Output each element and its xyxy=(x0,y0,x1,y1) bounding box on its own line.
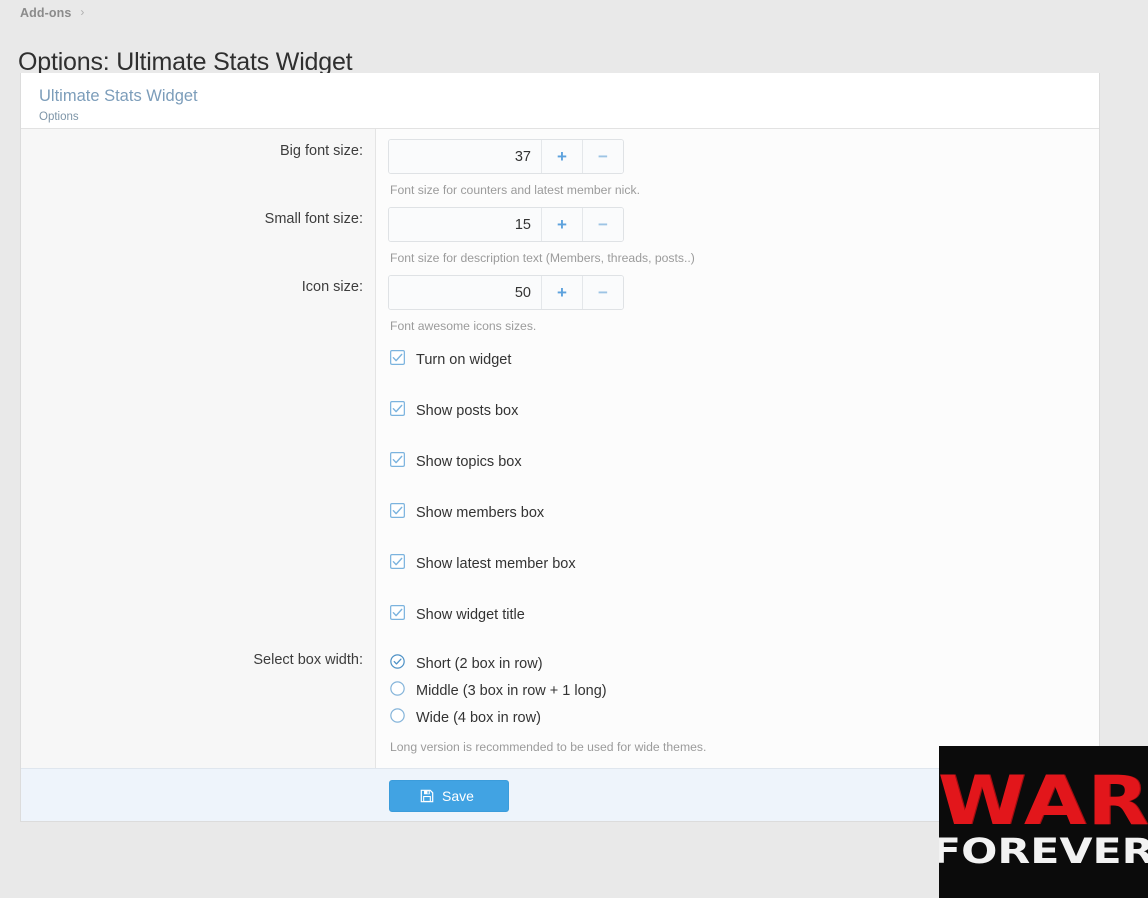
radio-label: Short (2 box in row) xyxy=(416,656,543,672)
icon-size-increment-button[interactable]: + xyxy=(541,276,582,309)
label-cell-big-font-size: Big font size: xyxy=(21,129,376,197)
big-font-size-stepper: + − xyxy=(388,139,624,174)
big-font-size-increment-button[interactable]: + xyxy=(541,140,582,173)
floppy-disk-icon xyxy=(420,789,434,803)
checkbox-label: Show latest member box xyxy=(416,556,576,572)
radio-selected-icon[interactable] xyxy=(390,654,405,674)
save-button[interactable]: Save xyxy=(389,780,509,812)
checkbox-row[interactable]: Show posts box xyxy=(390,398,1099,424)
hint-big-font-size: Font size for counters and latest member… xyxy=(390,183,640,197)
field-cell-big-font-size: + − Font size for counters and latest me… xyxy=(376,129,1099,197)
options-card: Ultimate Stats Widget Options Big font s… xyxy=(20,73,1100,822)
icon-size-decrement-button[interactable]: − xyxy=(582,276,623,309)
hint-icon-size: Font awesome icons sizes. xyxy=(390,319,537,333)
big-font-size-input[interactable] xyxy=(389,140,541,173)
small-font-size-input[interactable] xyxy=(389,208,541,241)
checkbox-label: Show members box xyxy=(416,505,545,521)
row-big-font-size: Big font size: + − Font size for counter… xyxy=(21,129,1099,197)
save-button-label: Save xyxy=(442,788,474,804)
label-small-font-size: Small font size: xyxy=(264,211,363,227)
checkbox-label: Show topics box xyxy=(416,454,522,470)
radio-row[interactable]: Short (2 box in row) xyxy=(390,651,1099,677)
small-font-size-decrement-button[interactable]: − xyxy=(582,208,623,241)
checkbox-list: Turn on widget Show posts box Show topics … xyxy=(388,347,1099,628)
card-header: Ultimate Stats Widget Options xyxy=(21,73,1099,129)
options-form: Big font size: + − Font size for counter… xyxy=(21,129,1099,768)
form-grid: Big font size: + − Font size for counter… xyxy=(21,129,1099,768)
card-subtitle: Options xyxy=(39,110,79,123)
form-rows: Big font size: + − Font size for counter… xyxy=(21,129,1099,768)
row-icon-size: Icon size: + − Font awesome icons sizes. xyxy=(21,265,1099,333)
checkbox-checked-icon[interactable] xyxy=(390,605,405,625)
hint-small-font-size: Font size for description text (Members,… xyxy=(390,251,695,265)
radio-unselected-icon[interactable] xyxy=(390,708,405,728)
icon-size-input[interactable] xyxy=(389,276,541,309)
radio-row[interactable]: Wide (4 box in row) xyxy=(390,705,1099,731)
icon-size-stepper: + − xyxy=(388,275,624,310)
label-cell-toggles xyxy=(21,333,376,638)
checkbox-row[interactable]: Show widget title xyxy=(390,602,1099,628)
field-cell-small-font-size: + − Font size for description text (Memb… xyxy=(376,197,1099,265)
label-big-font-size: Big font size: xyxy=(279,143,363,159)
radio-list: Short (2 box in row) Middle (3 box in row… xyxy=(388,651,1099,731)
page-root: Add-ons › Options: Ultimate Stats Widget… xyxy=(0,0,1148,898)
checkbox-checked-icon[interactable] xyxy=(390,350,405,370)
checkbox-label: Turn on widget xyxy=(416,352,512,368)
row-box-width: Select box width: Short (2 box in row) Mi… xyxy=(21,638,1099,768)
radio-unselected-icon[interactable] xyxy=(390,681,405,701)
small-font-size-stepper: + − xyxy=(388,207,624,242)
checkbox-label: Show widget title xyxy=(416,607,525,623)
checkbox-checked-icon[interactable] xyxy=(390,554,405,574)
label-cell-small-font-size: Small font size: xyxy=(21,197,376,265)
watermark-line-forever: FOREVER xyxy=(939,832,1148,873)
checkbox-checked-icon[interactable] xyxy=(390,401,405,421)
checkbox-group: Turn on widget Show posts box Show topics … xyxy=(376,333,1099,638)
checkbox-row[interactable]: Turn on widget xyxy=(390,347,1099,373)
card-title: Ultimate Stats Widget xyxy=(39,87,198,105)
chevron-right-icon: › xyxy=(80,5,85,19)
checkbox-checked-icon[interactable] xyxy=(390,452,405,472)
row-toggles: Turn on widget Show posts box Show topics … xyxy=(21,333,1099,638)
row-small-font-size: Small font size: + − Font size for descr… xyxy=(21,197,1099,265)
label-cell-icon-size: Icon size: xyxy=(21,265,376,333)
label-box-width: Select box width: xyxy=(253,652,363,668)
watermark-banner: WAR FOREVER xyxy=(939,746,1148,898)
small-font-size-increment-button[interactable]: + xyxy=(541,208,582,241)
card-footer: Save xyxy=(21,768,1099,821)
field-cell-icon-size: + − Font awesome icons sizes. xyxy=(376,265,1099,333)
checkbox-row[interactable]: Show topics box xyxy=(390,449,1099,475)
checkbox-row[interactable]: Show members box xyxy=(390,500,1099,526)
radio-label: Middle (3 box in row + 1 long) xyxy=(416,683,607,699)
checkbox-label: Show posts box xyxy=(416,403,519,419)
checkbox-row[interactable]: Show latest member box xyxy=(390,551,1099,577)
label-icon-size: Icon size: xyxy=(301,279,363,295)
radio-label: Wide (4 box in row) xyxy=(416,710,541,726)
watermark-line-war: WAR xyxy=(939,761,1148,841)
radio-row[interactable]: Middle (3 box in row + 1 long) xyxy=(390,678,1099,704)
checkbox-checked-icon[interactable] xyxy=(390,503,405,523)
big-font-size-decrement-button[interactable]: − xyxy=(582,140,623,173)
label-cell-box-width: Select box width: xyxy=(21,638,376,768)
breadcrumb: Add-ons › xyxy=(20,5,85,20)
breadcrumb-item-add-ons[interactable]: Add-ons xyxy=(20,6,71,20)
